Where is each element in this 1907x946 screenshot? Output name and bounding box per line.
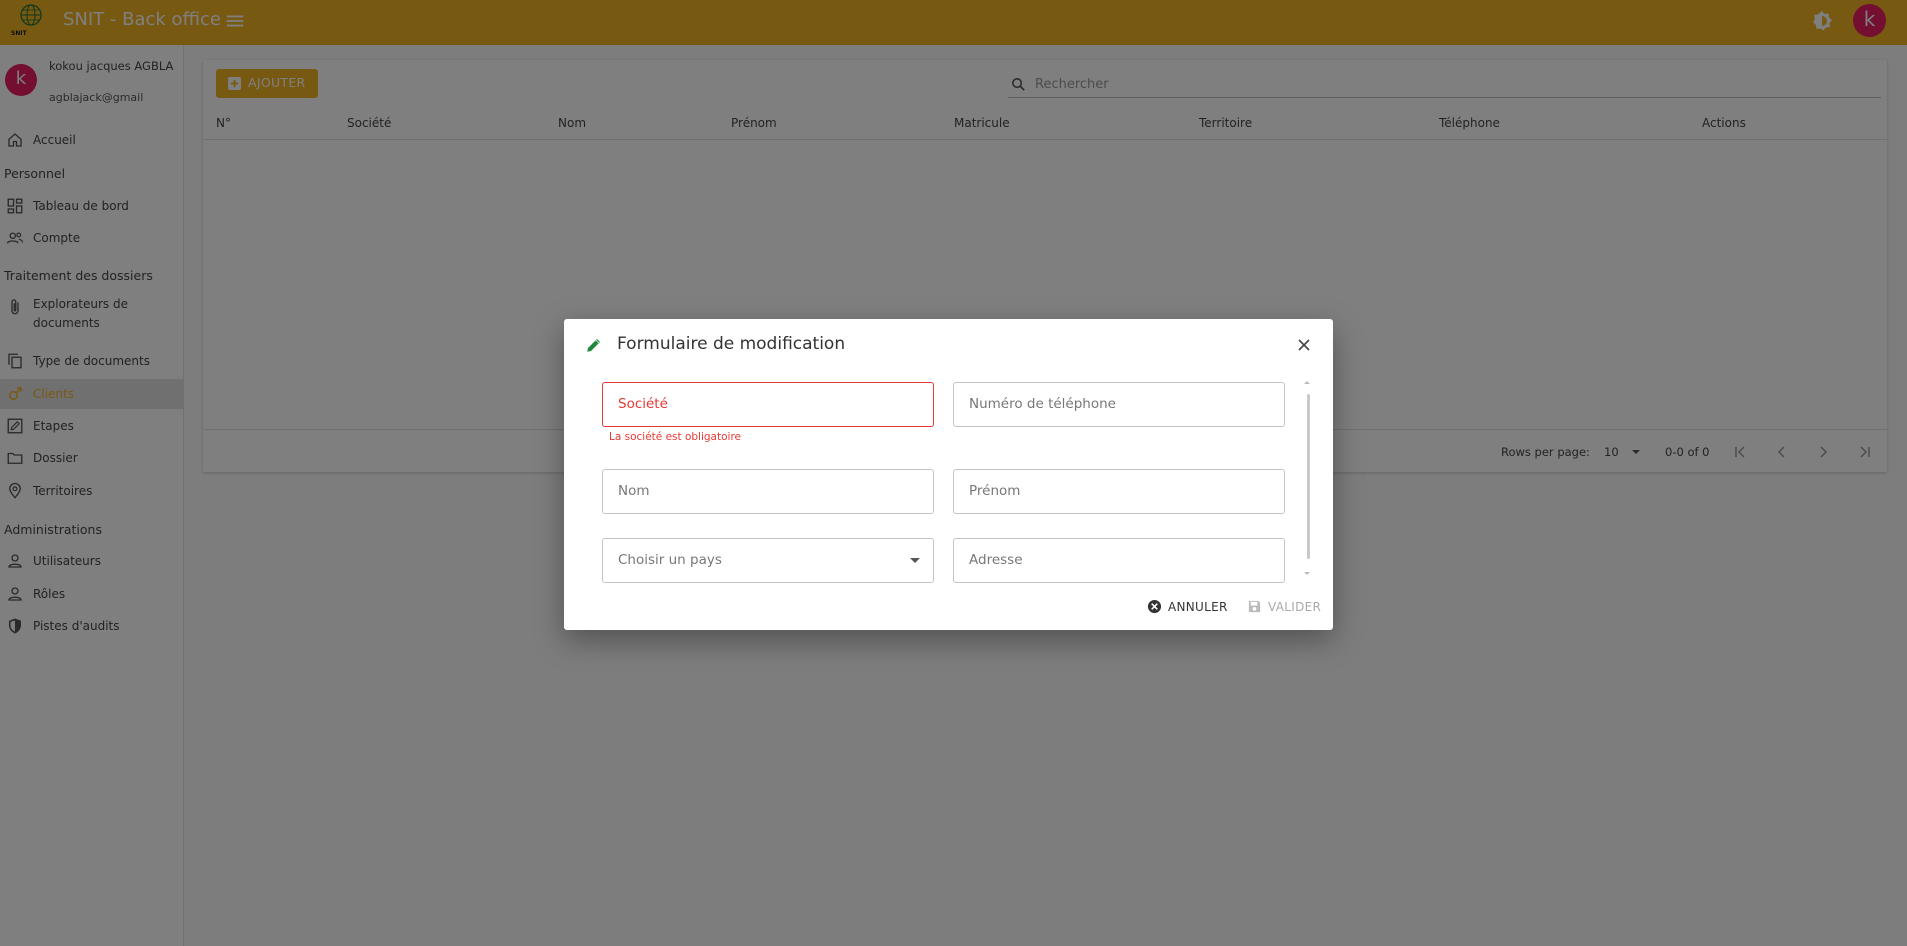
- nom-field[interactable]: Nom: [602, 469, 934, 514]
- edit-dialog: Formulaire de modification Société La so…: [564, 319, 1333, 630]
- scroll-up-arrow[interactable]: [1304, 381, 1310, 384]
- societe-error: La société est obligatoire: [609, 431, 741, 443]
- telephone-placeholder: Numéro de téléphone: [969, 396, 1116, 412]
- adresse-field[interactable]: Adresse: [953, 538, 1285, 583]
- save-icon: [1248, 600, 1261, 613]
- nom-placeholder: Nom: [618, 483, 650, 499]
- scrollbar[interactable]: [1307, 394, 1310, 559]
- telephone-field[interactable]: Numéro de téléphone: [953, 382, 1285, 427]
- country-placeholder: Choisir un pays: [618, 552, 722, 568]
- close-icon[interactable]: [1296, 337, 1312, 353]
- prenom-field[interactable]: Prénom: [953, 469, 1285, 514]
- validate-label: VALIDER: [1268, 600, 1322, 614]
- pencil-icon: [587, 339, 600, 352]
- dialog-title: Formulaire de modification: [617, 334, 846, 354]
- chevron-down-icon: [910, 558, 920, 563]
- cancel-label: ANNULER: [1168, 600, 1228, 614]
- adresse-placeholder: Adresse: [969, 552, 1023, 568]
- scroll-down-arrow[interactable]: [1304, 572, 1310, 575]
- prenom-placeholder: Prénom: [969, 483, 1021, 499]
- societe-placeholder: Société: [618, 396, 668, 412]
- cancel-circle-icon: [1147, 599, 1162, 614]
- societe-field[interactable]: Société: [602, 382, 934, 427]
- country-select[interactable]: Choisir un pays: [602, 538, 934, 583]
